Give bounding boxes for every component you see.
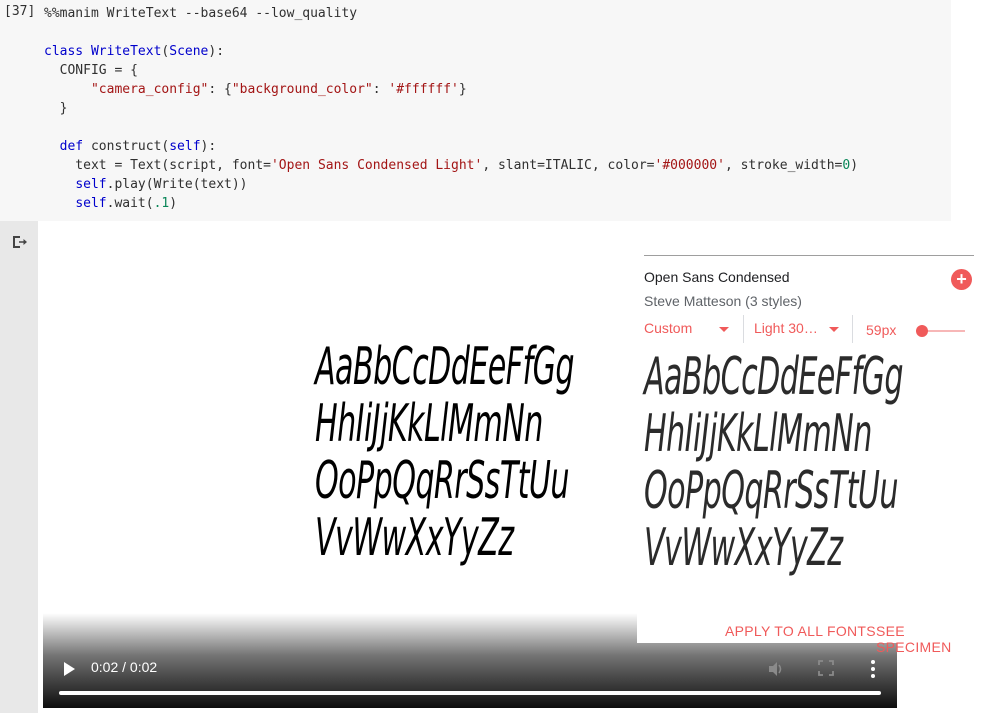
video-frame-text: AaBbCcDdEeFfGg HhIiJjKkLlMmNn OoPpQqRrSs…: [315, 337, 575, 568]
volume-icon[interactable]: [767, 660, 785, 678]
specimen-line: HhIiJjKkLlMmNn: [644, 404, 872, 464]
more-vert-icon[interactable]: [867, 659, 879, 679]
code-token: .1: [153, 196, 170, 211]
video-controls: 0:02 / 0:02: [43, 648, 897, 708]
code-token: Scene: [169, 44, 209, 59]
code-line: }: [44, 101, 68, 116]
code-token: '#ffffff': [388, 82, 459, 97]
code-token: 'Open Sans Condensed Light': [270, 158, 483, 173]
apply-to-all-fonts-link[interactable]: APPLY TO ALL FONTS: [725, 623, 876, 639]
cell-execution-count: [37]: [4, 4, 36, 19]
code-token: self: [169, 139, 201, 154]
code-line: CONFIG = {: [44, 63, 138, 78]
play-icon[interactable]: [61, 661, 77, 677]
select-divider: [852, 315, 853, 343]
font-preview-panel: Open Sans Condensed Steve Matteson (3 st…: [637, 253, 981, 655]
code-token: '#000000': [654, 158, 725, 173]
font-size-slider-handle[interactable]: [916, 325, 928, 337]
code-token: class: [44, 44, 84, 59]
panel-divider: [644, 255, 974, 256]
code-token: "background_color": [231, 82, 373, 97]
chevron-down-icon[interactable]: [829, 327, 839, 332]
code-token: self: [75, 196, 107, 211]
fullscreen-icon[interactable]: [818, 660, 834, 676]
chevron-down-icon[interactable]: [719, 327, 729, 332]
code-line: self.play(Write(text)): [75, 177, 248, 192]
specimen-line: VvWwXxYyZz: [644, 518, 843, 578]
code-editor[interactable]: %%manim WriteText --base64 --low_quality…: [44, 4, 858, 213]
specimen-line: VvWwXxYyZz: [315, 508, 514, 568]
code-token: "camera_config": [90, 82, 209, 97]
add-font-button[interactable]: +: [951, 269, 972, 290]
code-line: %%manim WriteText --base64 --low_quality: [44, 6, 358, 21]
output-redirect-icon[interactable]: [10, 233, 28, 251]
specimen-line: OoPpQqRrSsTtUu: [315, 451, 570, 511]
time-display: 0:02 / 0:02: [91, 659, 158, 675]
code-line: class WriteText(Scene):: [44, 44, 225, 59]
specimen-line: AaBbCcDdEeFfGg: [644, 347, 904, 407]
font-author: Steve Matteson (3 styles): [644, 293, 802, 309]
specimen-line: AaBbCcDdEeFfGg: [315, 337, 575, 397]
code-line: self.wait(.1): [75, 196, 178, 211]
code-token: def: [59, 139, 84, 154]
specimen-line: OoPpQqRrSsTtUu: [644, 461, 899, 521]
preview-text-select[interactable]: Custom: [644, 320, 692, 336]
code-cell[interactable]: [37] %%manim WriteText --base64 --low_qu…: [0, 0, 951, 221]
seek-bar[interactable]: [59, 691, 881, 695]
code-line: def construct(self):: [59, 139, 217, 154]
code-line: "camera_config": {"background_color": '#…: [90, 82, 467, 97]
code-token: 0: [842, 158, 851, 173]
font-size-value: 59px: [866, 322, 897, 338]
font-size-slider-track[interactable]: [923, 330, 965, 332]
specimen-line: HhIiJjKkLlMmNn: [315, 394, 543, 454]
font-name: Open Sans Condensed: [644, 269, 790, 285]
see-specimen-link[interactable]: SEE SPECIMEN: [876, 623, 981, 655]
select-divider: [743, 315, 744, 343]
code-token: self: [75, 177, 107, 192]
code-line: text = Text(script, font='Open Sans Cond…: [44, 158, 859, 173]
font-style-select[interactable]: Light 30…: [754, 320, 818, 336]
font-specimen: AaBbCcDdEeFfGg HhIiJjKkLlMmNn OoPpQqRrSs…: [644, 347, 904, 578]
output-gutter: [0, 221, 38, 713]
code-token: WriteText: [90, 44, 162, 59]
